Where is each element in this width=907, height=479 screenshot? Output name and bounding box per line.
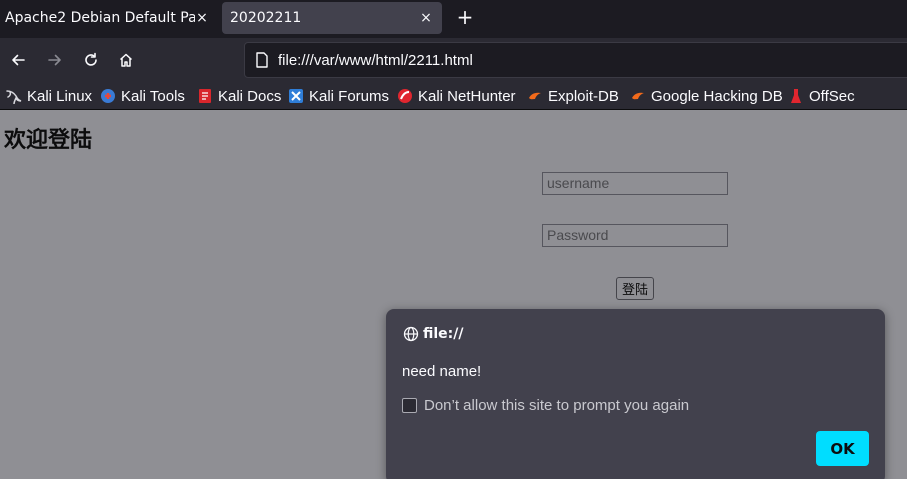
ok-button[interactable]: OK (816, 431, 869, 466)
forward-button[interactable] (42, 47, 68, 73)
dialog-origin: file:// (403, 326, 464, 342)
page-title: 欢迎登陆 (4, 128, 93, 153)
navigation-toolbar: file:///var/www/html/2211.html (0, 38, 907, 81)
offsec-icon (791, 89, 801, 103)
bookmark-google-hacking-db[interactable]: Google Hacking DB (630, 86, 783, 106)
checkbox-label: Don’t allow this site to prompt you agai… (424, 397, 690, 414)
page-icon (256, 52, 268, 68)
arrow-left-icon (12, 54, 25, 66)
tab-title: 20202211 (230, 10, 302, 26)
bookmark-label: Google Hacking DB (651, 87, 783, 105)
bookmark-label: Kali NetHunter (418, 87, 516, 105)
alert-dialog: file:// need name! Don’t allow this site… (386, 309, 885, 479)
bookmark-label: Kali Forums (309, 87, 390, 105)
kali-tools-icon (101, 89, 115, 103)
bookmark-kali-linux[interactable]: Kali Linux (6, 86, 92, 106)
url-bar[interactable]: file:///var/www/html/2211.html (244, 42, 907, 78)
bookmark-label: Kali Tools (121, 87, 185, 105)
tab-close-icon[interactable]: × (419, 10, 433, 26)
tab-strip: Apache2 Debian Default Page × 20202211 ×… (0, 0, 907, 38)
kali-dragon-icon (6, 90, 22, 104)
bookmark-kali-forums[interactable]: Kali Forums (288, 86, 389, 106)
checkbox-box[interactable] (402, 398, 417, 413)
tab-apache-default[interactable]: Apache2 Debian Default Page × (0, 0, 218, 36)
ghdb-icon (632, 92, 644, 100)
tab-title: Apache2 Debian Default Page (5, 10, 195, 26)
dialog-origin-text: file:// (423, 326, 464, 342)
username-input[interactable]: username (542, 172, 728, 195)
login-button[interactable]: 登陆 (616, 277, 654, 300)
new-tab-button[interactable]: + (454, 5, 476, 29)
tab-close-icon[interactable]: × (195, 10, 209, 26)
arrow-right-icon (48, 54, 61, 66)
bookmark-label: Kali Linux (27, 87, 93, 105)
dont-allow-prompt-checkbox[interactable]: Don’t allow this site to prompt you agai… (402, 397, 689, 414)
globe-icon (403, 326, 419, 342)
reload-button[interactable] (78, 47, 104, 73)
bookmark-label: Exploit-DB (548, 87, 619, 105)
bookmark-exploit-db[interactable]: Exploit-DB (527, 86, 619, 106)
bookmark-offsec[interactable]: OffSec (788, 86, 855, 106)
reload-icon (85, 52, 97, 66)
bookmark-kali-tools[interactable]: Kali Tools (100, 86, 185, 106)
home-button[interactable] (113, 47, 139, 73)
kali-forums-icon (289, 89, 303, 103)
bookmark-kali-nethunter[interactable]: Kali NetHunter (397, 86, 516, 106)
nethunter-icon (398, 89, 412, 103)
bookmarks-toolbar: Kali Linux Kali Tools Kali Docs Kali For… (0, 81, 907, 110)
exploit-db-icon (529, 92, 541, 100)
back-button[interactable] (5, 47, 31, 73)
bookmark-kali-docs[interactable]: Kali Docs (197, 86, 281, 106)
bookmark-label: Kali Docs (218, 87, 282, 105)
home-icon (119, 53, 133, 67)
dialog-message: need name! (402, 363, 482, 380)
kali-docs-icon (199, 89, 211, 103)
tab-active[interactable]: 20202211 × (222, 2, 442, 34)
bookmark-label: OffSec (809, 87, 855, 105)
url-text: file:///var/www/html/2211.html (278, 52, 473, 69)
password-input[interactable]: Password (542, 224, 728, 247)
